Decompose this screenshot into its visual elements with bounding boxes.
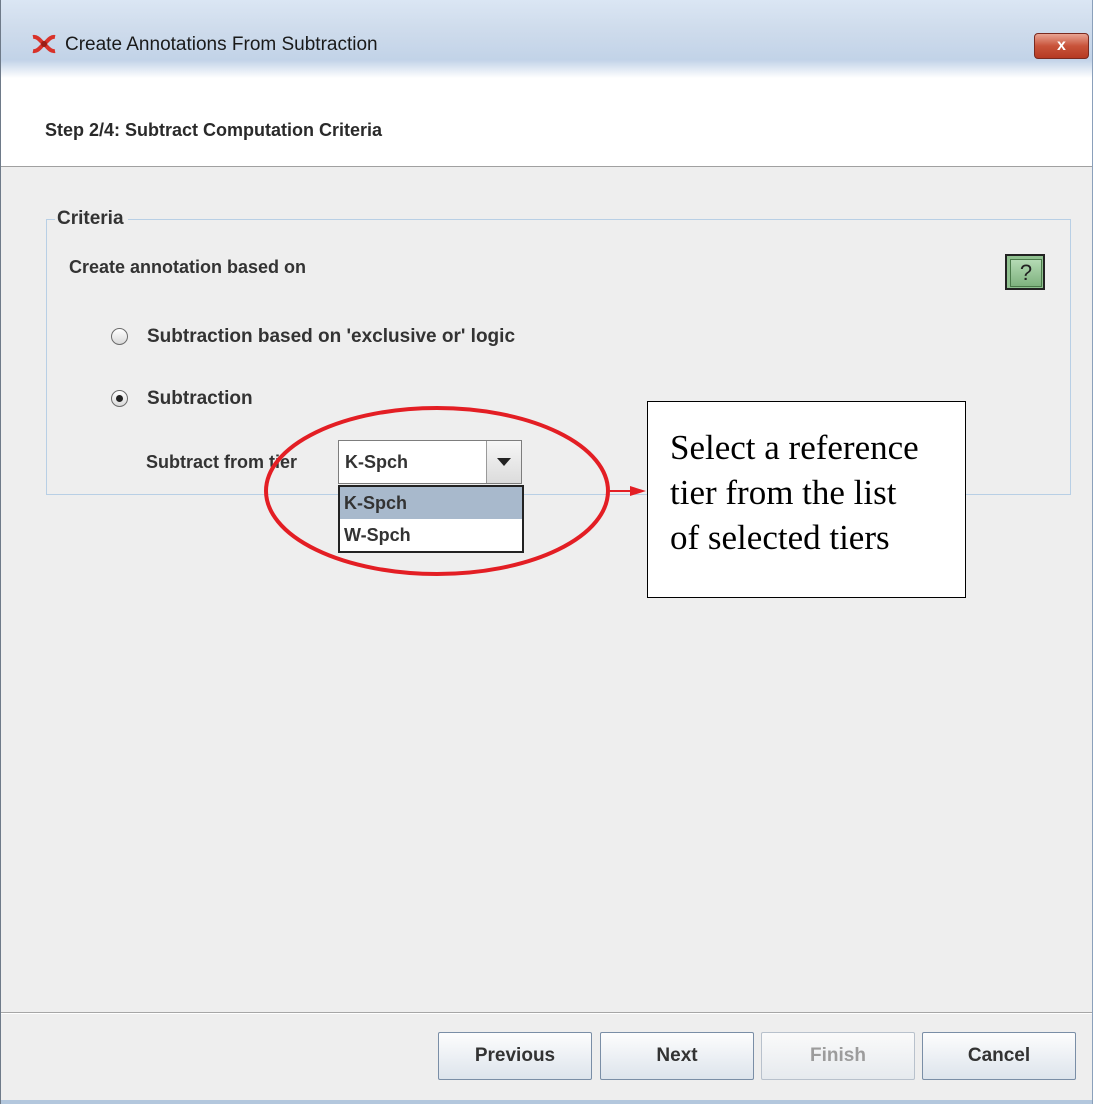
callout-arrow-head	[630, 486, 646, 496]
callout-line-3: of selected tiers	[670, 518, 890, 557]
callout-line-1: Select a reference	[670, 428, 919, 467]
highlight-ellipse	[264, 406, 610, 576]
callout-line-2: tier from the list	[670, 473, 897, 512]
callout-box: Select a reference tier from the list of…	[647, 401, 966, 598]
